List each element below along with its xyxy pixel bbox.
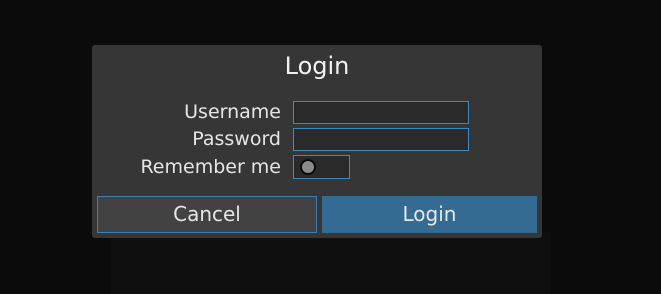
password-label: Password	[192, 128, 281, 150]
login-dialog: Login Username Password Remember me Canc…	[92, 45, 542, 238]
dialog-title: Login	[284, 52, 350, 80]
remember-me-label: Remember me	[140, 156, 281, 178]
cancel-button[interactable]: Cancel	[97, 196, 317, 233]
remember-me-toggle[interactable]	[293, 155, 350, 179]
login-button[interactable]: Login	[322, 196, 537, 233]
password-input[interactable]	[293, 128, 469, 151]
username-label: Username	[184, 101, 281, 123]
username-input[interactable]	[293, 101, 469, 124]
background-shape	[110, 232, 550, 294]
toggle-knob	[300, 159, 316, 175]
